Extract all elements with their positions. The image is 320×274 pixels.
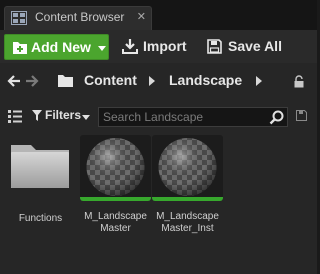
close-icon[interactable]: ✕ <box>137 10 146 23</box>
search-icon[interactable] <box>269 110 284 125</box>
content-browser-icon <box>11 11 27 25</box>
folder-icon <box>11 145 69 188</box>
back-arrow-icon[interactable] <box>7 74 21 88</box>
asset-label: Functions <box>18 213 63 224</box>
asset-thumbnail <box>152 135 223 201</box>
path-bar <box>0 66 317 98</box>
filters-label: Filters <box>45 108 82 122</box>
breadcrumb-content[interactable]: Content <box>84 72 137 88</box>
save-all-label: Save All <box>228 38 282 54</box>
tab-title: Content Browser <box>35 10 125 24</box>
asset-type-strip <box>152 197 223 201</box>
add-new-label: Add New <box>31 39 91 55</box>
asset-thumbnail <box>5 137 76 203</box>
view-options-icon[interactable] <box>7 108 23 124</box>
search-input[interactable] <box>103 109 263 125</box>
import-label: Import <box>143 38 187 54</box>
forward-arrow-icon[interactable] <box>25 74 39 88</box>
material-sphere-icon <box>86 138 145 196</box>
add-new-button[interactable]: Add New <box>4 34 109 60</box>
asset-type-strip <box>80 197 151 201</box>
asset-thumbnail <box>80 135 151 201</box>
search-box[interactable] <box>98 107 288 127</box>
save-icon <box>207 39 222 54</box>
lock-icon[interactable] <box>293 75 305 88</box>
filter-icon <box>32 110 42 121</box>
save-search-icon[interactable] <box>296 110 307 121</box>
asset-label: M_Landscape Master <box>84 211 147 234</box>
chevron-down-icon <box>98 46 106 51</box>
add-icon <box>13 42 27 54</box>
material-sphere-icon <box>158 138 217 196</box>
folder-icon <box>58 75 73 87</box>
breadcrumb-separator-icon[interactable] <box>256 76 262 86</box>
import-icon <box>122 39 138 54</box>
breadcrumb-separator-icon[interactable] <box>149 76 155 86</box>
tab-content-browser[interactable]: Content Browser ✕ <box>4 6 152 30</box>
asset-label: M_Landscape Master_Inst <box>156 211 219 234</box>
breadcrumb-landscape[interactable]: Landscape <box>169 72 242 88</box>
chevron-down-icon <box>82 115 90 120</box>
